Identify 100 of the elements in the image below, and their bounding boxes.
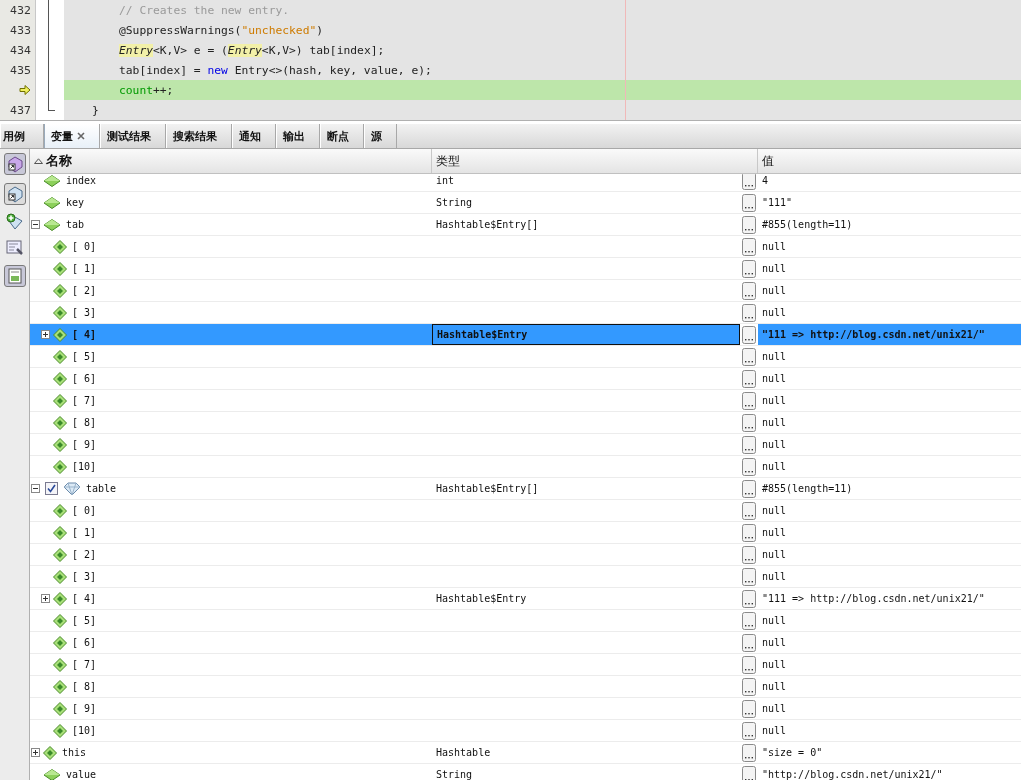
variable-value: #855(length=11) — [762, 483, 853, 494]
panel-tab[interactable]: 断点 — [320, 124, 364, 148]
variable-type: Hashtable$Entry — [437, 329, 528, 340]
line-number: 435 — [10, 63, 31, 77]
variable-row[interactable]: value String "http://blog.csdn.net/unix21/" — [30, 764, 1021, 780]
variable-name: [10] — [72, 461, 97, 472]
variable-name: [ 1] — [72, 527, 97, 538]
ellipsis-button[interactable] — [742, 303, 756, 322]
variable-name: [ 3] — [72, 571, 97, 582]
variable-row[interactable]: [ 1] null — [30, 522, 1021, 544]
ellipsis-button[interactable] — [742, 281, 756, 300]
ellipsis-button[interactable] — [742, 413, 756, 432]
ellipsis-button[interactable] — [742, 743, 756, 762]
variable-value: null — [762, 373, 787, 384]
variable-name: [ 0] — [72, 505, 97, 516]
ellipsis-button[interactable] — [742, 237, 756, 256]
ellipsis-button[interactable] — [742, 325, 756, 344]
code-editor[interactable]: 432 // Creates the new entry. 433 @SuppressWarnings("unchecked") 434 Entry<K,V> e = (Entry<K,V>) tab[index]; 435 tab[index] = new Entry<>(hash, key, value, e); count++; 437 } — [0, 0, 1021, 121]
ellipsis-button[interactable] — [742, 633, 756, 652]
variable-row[interactable]: index int 4 — [30, 174, 1021, 192]
variable-name: [ 9] — [72, 439, 97, 450]
column-header[interactable]: 名称 — [30, 149, 432, 173]
variable-type: Hashtable$Entry[] — [436, 219, 539, 230]
ellipsis-button[interactable] — [742, 193, 756, 212]
variable-row[interactable]: key String "111" — [30, 192, 1021, 214]
variable-value: null — [762, 615, 787, 626]
panel-tab[interactable]: 输出 — [276, 124, 320, 148]
panel-tab[interactable]: 源 — [364, 124, 397, 148]
ellipsis-button[interactable] — [742, 655, 756, 674]
ellipsis-button[interactable] — [742, 721, 756, 740]
panel-tab[interactable]: 测试结果 — [100, 124, 166, 148]
tree-toggle-icon[interactable] — [31, 484, 40, 493]
variable-row[interactable]: [ 4] Hashtable$Entry "111 => http://blog.csdn.net/unix21/" — [30, 324, 1021, 346]
variable-row[interactable]: [ 8] null — [30, 412, 1021, 434]
variable-row[interactable]: [ 7] null — [30, 654, 1021, 676]
ellipsis-button[interactable] — [742, 174, 756, 190]
ellipsis-button[interactable] — [742, 611, 756, 630]
ellipsis-button[interactable] — [742, 501, 756, 520]
variable-row[interactable]: [ 6] null — [30, 368, 1021, 390]
variable-row[interactable]: this Hashtable "size = 0" — [30, 742, 1021, 764]
diamond-icon — [43, 174, 61, 187]
variable-row[interactable]: [ 1] null — [30, 258, 1021, 280]
variable-row[interactable]: [ 0] null — [30, 500, 1021, 522]
ellipsis-button[interactable] — [742, 677, 756, 696]
add-watch-icon[interactable] — [4, 213, 25, 231]
ellipsis-button[interactable] — [742, 479, 756, 498]
tree-toggle-icon[interactable] — [31, 748, 40, 757]
variable-value: null — [762, 417, 787, 428]
ellipsis-button[interactable] — [742, 347, 756, 366]
variable-value: null — [762, 527, 787, 538]
ellipsis-button[interactable] — [742, 457, 756, 476]
variable-row[interactable]: [ 2] null — [30, 280, 1021, 302]
tree-toggle-icon[interactable] — [31, 220, 40, 229]
variable-name: [ 7] — [72, 659, 97, 670]
ellipsis-button[interactable] — [742, 545, 756, 564]
ellipsis-button[interactable] — [742, 435, 756, 454]
variable-row[interactable]: [ 8] null — [30, 676, 1021, 698]
column-header[interactable]: 值 — [758, 149, 1021, 173]
ellipsis-button[interactable] — [742, 391, 756, 410]
variable-row[interactable]: [ 3] null — [30, 566, 1021, 588]
ellipsis-button[interactable] — [742, 259, 756, 278]
column-header[interactable]: 类型 — [432, 149, 758, 173]
panel-tab[interactable]: 变量 — [44, 124, 100, 148]
variable-row[interactable]: [ 5] null — [30, 346, 1021, 368]
checkbox[interactable] — [45, 482, 58, 495]
variable-row[interactable]: [ 2] null — [30, 544, 1021, 566]
variable-value: null — [762, 307, 787, 318]
ellipsis-button[interactable] — [742, 699, 756, 718]
variable-row[interactable]: [10] null — [30, 720, 1021, 742]
variable-row[interactable]: [ 5] null — [30, 610, 1021, 632]
variable-row[interactable]: [ 6] null — [30, 632, 1021, 654]
ellipsis-button[interactable] — [742, 523, 756, 542]
tree-toggle-icon[interactable] — [41, 594, 50, 603]
ellipsis-button[interactable] — [742, 589, 756, 608]
variable-name: [ 2] — [72, 549, 97, 560]
variable-name: [ 9] — [72, 703, 97, 714]
variable-row[interactable]: [ 7] null — [30, 390, 1021, 412]
variable-row[interactable]: [ 9] null — [30, 434, 1021, 456]
line-number: 434 — [10, 43, 31, 57]
variable-value: null — [762, 439, 787, 450]
ellipsis-button[interactable] — [742, 369, 756, 388]
panel-tab[interactable]: 搜索结果 — [166, 124, 232, 148]
form-wrench-icon[interactable] — [4, 239, 25, 257]
code-line: count++; — [119, 83, 174, 97]
cube-toggle-button[interactable] — [3, 153, 26, 175]
gem-toggle-button[interactable] — [3, 183, 26, 205]
variable-row[interactable]: tab Hashtable$Entry[] #855(length=11) — [30, 214, 1021, 236]
variable-row[interactable]: [10] null — [30, 456, 1021, 478]
variable-row[interactable]: [ 4] Hashtable$Entry "111 => http://blog.csdn.net/unix21/" — [30, 588, 1021, 610]
tree-toggle-icon[interactable] — [41, 330, 50, 339]
close-icon[interactable] — [77, 132, 85, 140]
panel-tab[interactable]: 通知 — [232, 124, 276, 148]
ellipsis-button[interactable] — [742, 765, 756, 780]
panel-toggle-button[interactable] — [3, 265, 26, 287]
variable-row[interactable]: table Hashtable$Entry[] #855(length=11) — [30, 478, 1021, 500]
variable-row[interactable]: [ 0] null — [30, 236, 1021, 258]
variable-row[interactable]: [ 9] null — [30, 698, 1021, 720]
ellipsis-button[interactable] — [742, 567, 756, 586]
sort-ascending-icon — [34, 158, 43, 164]
ellipsis-button[interactable] — [742, 215, 756, 234]
